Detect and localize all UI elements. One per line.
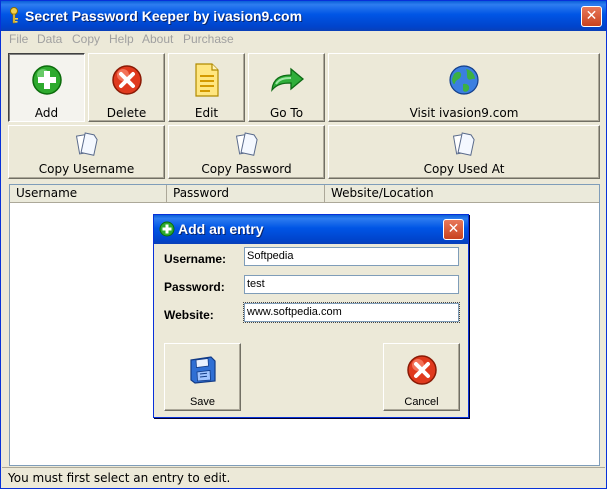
status-text: You must first select an entry to edit.	[8, 471, 231, 485]
plus-circle-icon	[31, 65, 62, 95]
menu-data[interactable]: Data	[37, 32, 62, 46]
delete-button[interactable]: Delete	[88, 53, 165, 122]
plus-circle-icon	[159, 221, 175, 237]
window-title: Secret Password Keeper by ivasion9.com	[25, 8, 303, 24]
add-entry-dialog: Add an entry ✕ Username: Softpedia Passw…	[153, 214, 469, 418]
x-circle-icon	[111, 65, 142, 95]
copy-password-button[interactable]: Copy Password	[168, 125, 325, 179]
dialog-title: Add an entry	[178, 221, 264, 237]
copy-pages-icon	[235, 132, 258, 156]
menu-help[interactable]: Help	[109, 32, 134, 46]
save-button[interactable]: Save	[164, 343, 241, 411]
website-field[interactable]: www.softpedia.com	[243, 302, 460, 323]
column-header-password[interactable]: Password	[167, 185, 325, 202]
x-circle-icon	[407, 355, 437, 385]
list-header: Username Password Website/Location	[10, 185, 599, 203]
window-close-button[interactable]: ✕	[581, 6, 602, 27]
delete-label: Delete	[106, 106, 147, 120]
copy-password-label: Copy Password	[201, 162, 292, 176]
copy-username-button[interactable]: Copy Username	[8, 125, 165, 179]
edit-button[interactable]: Edit	[168, 53, 245, 122]
title-bar[interactable]: Secret Password Keeper by ivasion9.com ✕	[1, 1, 606, 31]
copy-used-at-label: Copy Used At	[423, 162, 505, 176]
goto-label: Go To	[269, 106, 304, 120]
copy-pages-icon	[453, 132, 475, 156]
copy-pages-icon	[75, 132, 98, 156]
password-label: Password:	[164, 280, 225, 294]
menu-purchase[interactable]: Purchase	[183, 32, 234, 46]
globe-icon	[449, 65, 479, 95]
copy-used-at-button[interactable]: Copy Used At	[328, 125, 600, 179]
key-app-icon	[10, 7, 18, 24]
username-field[interactable]: Softpedia	[244, 247, 459, 266]
edit-label: Edit	[194, 106, 219, 120]
website-label: Website:	[164, 308, 214, 322]
column-header-website[interactable]: Website/Location	[325, 185, 599, 202]
username-label: Username:	[164, 252, 227, 266]
status-bar: You must first select an entry to edit.	[2, 467, 605, 488]
add-label: Add	[34, 106, 59, 120]
dialog-title-bar[interactable]: Add an entry ✕	[154, 215, 468, 244]
floppy-disk-icon	[190, 356, 216, 384]
document-icon	[194, 63, 219, 97]
visit-website-button[interactable]: Visit ivasion9.com	[328, 53, 600, 122]
menu-about[interactable]: About	[142, 32, 173, 46]
copy-username-label: Copy Username	[38, 162, 135, 176]
arrow-icon	[270, 67, 304, 92]
visit-label: Visit ivasion9.com	[409, 106, 519, 120]
add-button[interactable]: Add	[8, 53, 85, 122]
main-window: Secret Password Keeper by ivasion9.com ✕…	[0, 0, 607, 489]
goto-button[interactable]: Go To	[248, 53, 325, 122]
menu-bar: File Data Copy Help About Purchase	[2, 31, 605, 49]
dialog-close-button[interactable]: ✕	[443, 219, 464, 240]
column-header-username[interactable]: Username	[10, 185, 167, 202]
cancel-label: Cancel	[404, 396, 439, 408]
menu-file[interactable]: File	[9, 32, 28, 46]
save-label: Save	[189, 396, 216, 408]
cancel-button[interactable]: Cancel	[383, 343, 460, 411]
password-field[interactable]: test	[244, 275, 459, 294]
menu-copy[interactable]: Copy	[72, 32, 100, 46]
